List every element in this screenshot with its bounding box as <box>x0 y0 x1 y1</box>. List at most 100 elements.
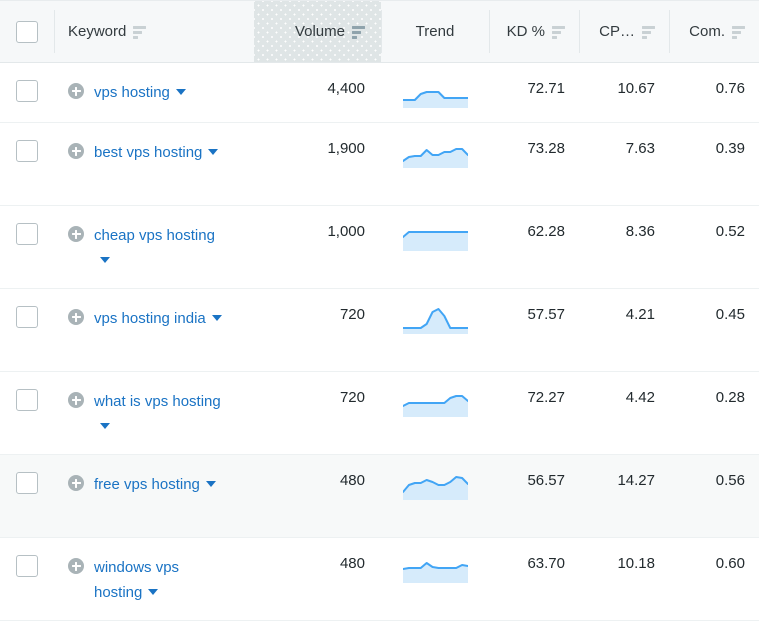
volume-cell: 480 <box>339 472 365 489</box>
chevron-down-icon[interactable] <box>175 89 186 95</box>
select-all-checkbox[interactable] <box>16 20 38 43</box>
keyword-cell: windows vps hosting <box>54 538 254 620</box>
volume-cell: 4,400 <box>327 80 365 97</box>
cpc-cell: 7.63 <box>625 140 655 157</box>
keyword-link[interactable]: windows vps hosting <box>94 559 179 601</box>
plus-circle-icon[interactable] <box>68 392 84 408</box>
keyword-link[interactable]: vps hosting <box>94 84 170 101</box>
column-header-kd-label: KD % <box>506 23 545 40</box>
plus-circle-icon[interactable] <box>68 226 84 242</box>
row-checkbox[interactable] <box>16 555 38 577</box>
cpc-cell: 4.42 <box>625 389 655 406</box>
keyword-cell: best vps hosting <box>54 123 254 205</box>
row-checkbox[interactable] <box>16 389 38 411</box>
table-row[interactable]: cheap vps hosting 1,000 62.28 8.36 0.52 <box>0 206 759 289</box>
table-row[interactable]: free vps hosting 480 56.57 14.27 0.56 <box>0 455 759 538</box>
row-select-cell <box>0 538 54 620</box>
competition-cell: 0.28 <box>715 389 745 406</box>
competition-cell: 0.76 <box>715 80 745 97</box>
table-row[interactable]: best vps hosting 1,900 73.28 7.63 0.39 <box>0 123 759 206</box>
row-select-cell <box>0 63 54 122</box>
column-header-trend: Trend <box>381 1 489 62</box>
trend-cell <box>381 289 489 371</box>
cpc-cell: 10.67 <box>617 80 655 97</box>
cpc-cell: 10.18 <box>617 555 655 572</box>
kd-cell: 72.71 <box>527 80 565 97</box>
row-select-cell <box>0 372 54 454</box>
row-select-cell <box>0 123 54 205</box>
trend-cell <box>381 455 489 537</box>
sort-icon-cpc[interactable] <box>642 26 655 39</box>
cpc-cell: 4.21 <box>625 306 655 323</box>
trend-cell <box>381 63 489 122</box>
plus-circle-icon[interactable] <box>68 309 84 325</box>
cpc-cell: 8.36 <box>625 223 655 240</box>
competition-cell: 0.60 <box>715 555 745 572</box>
trend-cell <box>381 538 489 620</box>
keyword-cell: what is vps hosting <box>54 372 254 454</box>
plus-circle-icon[interactable] <box>68 475 84 491</box>
trend-cell <box>381 123 489 205</box>
column-header-volume-label: Volume <box>294 23 345 40</box>
column-header-keyword[interactable]: Keyword <box>54 1 254 62</box>
row-checkbox[interactable] <box>16 223 38 245</box>
trend-cell <box>381 206 489 288</box>
keyword-link[interactable]: what is vps hosting <box>94 393 221 410</box>
volume-cell: 720 <box>339 306 365 323</box>
keyword-link[interactable]: free vps hosting <box>94 476 200 493</box>
volume-cell: 1,000 <box>327 223 365 240</box>
kd-cell: 72.27 <box>527 389 565 406</box>
row-checkbox[interactable] <box>16 306 38 328</box>
volume-cell: 1,900 <box>327 140 365 157</box>
sort-icon-volume[interactable] <box>352 26 365 39</box>
chevron-down-icon[interactable] <box>208 149 219 155</box>
plus-circle-icon[interactable] <box>68 143 84 159</box>
column-header-competition[interactable]: Com. <box>669 1 759 62</box>
table-row[interactable]: what is vps hosting 720 72.27 4.42 0.28 <box>0 372 759 455</box>
row-checkbox[interactable] <box>16 472 38 494</box>
chevron-down-icon[interactable] <box>100 423 110 429</box>
column-header-cpc-label: CP… <box>599 23 635 40</box>
sort-icon-competition[interactable] <box>732 26 745 39</box>
column-header-trend-label: Trend <box>415 23 455 40</box>
competition-cell: 0.56 <box>715 472 745 489</box>
row-select-cell <box>0 206 54 288</box>
sort-icon-keyword[interactable] <box>133 26 147 39</box>
sort-icon-kd[interactable] <box>552 26 565 39</box>
chevron-down-icon[interactable] <box>211 315 222 321</box>
table-row[interactable]: windows vps hosting 480 63.70 10.18 0.60 <box>0 538 759 621</box>
header-select-all-cell <box>0 1 54 62</box>
kd-cell: 73.28 <box>527 140 565 157</box>
volume-cell: 720 <box>339 389 365 406</box>
plus-circle-icon[interactable] <box>68 558 84 574</box>
row-checkbox[interactable] <box>16 80 38 102</box>
table-header-row: Keyword Volume Trend KD % CP… Com. <box>0 1 759 63</box>
cpc-cell: 14.27 <box>617 472 655 489</box>
volume-cell: 480 <box>339 555 365 572</box>
kd-cell: 56.57 <box>527 472 565 489</box>
keyword-cell: cheap vps hosting <box>54 206 254 288</box>
row-select-cell <box>0 289 54 371</box>
table-body: vps hosting 4,400 72.71 10.67 0.76 best vps h… <box>0 63 759 621</box>
keyword-link[interactable]: vps hosting india <box>94 310 206 327</box>
keyword-cell: free vps hosting <box>54 455 254 537</box>
keyword-table: Keyword Volume Trend KD % CP… Com. vps h… <box>0 0 759 621</box>
row-checkbox[interactable] <box>16 140 38 162</box>
chevron-down-icon[interactable] <box>100 257 110 263</box>
keyword-link[interactable]: cheap vps hosting <box>94 227 215 244</box>
kd-cell: 63.70 <box>527 555 565 572</box>
table-row[interactable]: vps hosting india 720 57.57 4.21 0.45 <box>0 289 759 372</box>
keyword-link[interactable]: best vps hosting <box>94 144 202 161</box>
table-row[interactable]: vps hosting 4,400 72.71 10.67 0.76 <box>0 63 759 123</box>
competition-cell: 0.39 <box>715 140 745 157</box>
chevron-down-icon[interactable] <box>148 589 159 595</box>
column-header-cpc[interactable]: CP… <box>579 1 669 62</box>
column-header-volume[interactable]: Volume <box>254 1 381 62</box>
keyword-cell: vps hosting india <box>54 289 254 371</box>
column-header-keyword-label: Keyword <box>68 23 127 40</box>
column-header-kd[interactable]: KD % <box>489 1 579 62</box>
chevron-down-icon[interactable] <box>205 481 216 487</box>
competition-cell: 0.45 <box>715 306 745 323</box>
plus-circle-icon[interactable] <box>68 83 84 99</box>
competition-cell: 0.52 <box>715 223 745 240</box>
